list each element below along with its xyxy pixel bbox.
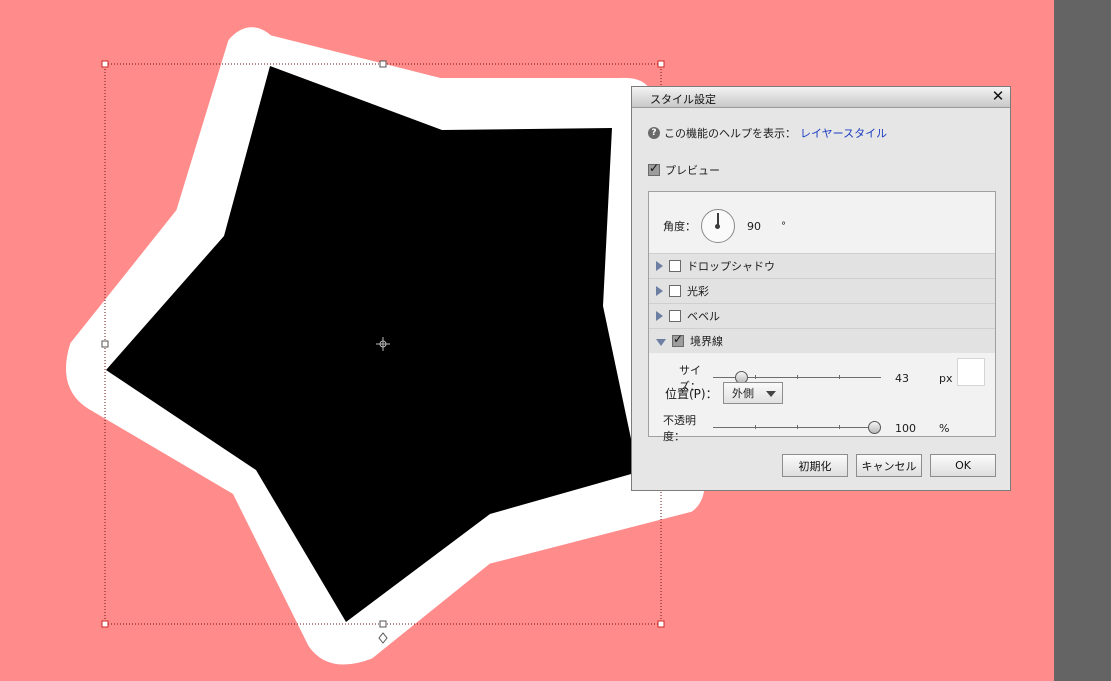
style-settings-dialog: スタイル設定 ✕ ? この機能のヘルプを表示： レイヤースタイル プレビュー 角… [631,86,1011,491]
position-label: 位置(P)： [665,386,718,401]
opacity-unit: % [939,421,950,435]
help-row: ? この機能のヘルプを表示： レイヤースタイル [648,125,887,141]
dialog-titlebar[interactable]: スタイル設定 ✕ [632,87,1010,108]
section-label: 境界線 [690,335,723,348]
slider-tick [755,425,756,429]
handle-bottom-right[interactable] [657,620,665,628]
dialog-title: スタイル設定 [650,93,716,106]
section-stroke[interactable]: 境界線 [649,328,995,353]
slider-tick [839,375,840,379]
help-text: この機能のヘルプを表示： [664,127,796,140]
right-panel [1054,0,1111,681]
expand-triangle-icon[interactable] [656,311,663,321]
angle-dial-center [715,224,720,229]
size-value[interactable]: 43 [895,372,939,385]
angle-dial[interactable] [701,209,735,243]
style-panel: 角度： 90 ° ドロップシャドウ 光彩 ベベル 境界線 [648,191,996,443]
slider-tick [797,425,798,429]
section-bevel[interactable]: ベベル [649,303,995,328]
glow-checkbox[interactable] [669,285,681,297]
section-drop-shadow[interactable]: ドロップシャドウ [649,253,995,278]
help-icon: ? [648,127,660,139]
size-unit: px [939,371,953,385]
slider-tick [839,425,840,429]
opacity-value[interactable]: 100 [895,422,939,435]
opacity-label: 不透明度： [663,414,696,443]
drop-shadow-checkbox[interactable] [669,260,681,272]
stroke-color-swatch[interactable] [957,358,985,386]
collapse-triangle-icon[interactable] [656,339,666,346]
chevron-down-icon [766,391,776,397]
handle-middle-left[interactable] [101,340,109,348]
help-link[interactable]: レイヤースタイル [800,125,887,141]
reset-button[interactable]: 初期化 [782,454,848,477]
section-glow[interactable]: 光彩 [649,278,995,303]
angle-label: 角度： [663,220,696,233]
section-label: ベベル [687,310,720,323]
position-dropdown[interactable]: 外側 [723,382,783,404]
section-label: ドロップシャドウ [687,260,775,273]
opacity-slider[interactable] [713,421,883,435]
close-icon[interactable]: ✕ [990,88,1006,104]
handle-top-left[interactable] [101,60,109,68]
section-label: 光彩 [687,285,709,298]
slider-tick [797,375,798,379]
cancel-button[interactable]: キャンセル [856,454,922,477]
handle-top-right[interactable] [657,60,665,68]
position-value: 外側 [732,387,754,400]
opacity-row: 不透明度： 100 % [663,412,949,444]
slider-tick [755,375,756,379]
angle-unit: ° [781,220,786,232]
preview-label: プレビュー [665,164,720,177]
preview-row: プレビュー [648,161,720,178]
handle-bottom-left[interactable] [101,620,109,628]
bevel-checkbox[interactable] [669,310,681,322]
expand-triangle-icon[interactable] [656,286,663,296]
ok-button[interactable]: OK [930,454,996,477]
stroke-checkbox[interactable] [672,332,684,347]
handle-top-center[interactable] [379,60,387,68]
handle-bottom-center[interactable] [379,620,387,628]
angle-value[interactable]: 90 [747,220,777,233]
preview-checkbox[interactable] [648,161,660,176]
opacity-slider-thumb[interactable] [868,421,881,434]
expand-triangle-icon[interactable] [656,261,663,271]
angle-row: 角度： 90 ° [663,208,786,244]
position-row: 位置(P)： 外側 [665,382,783,404]
